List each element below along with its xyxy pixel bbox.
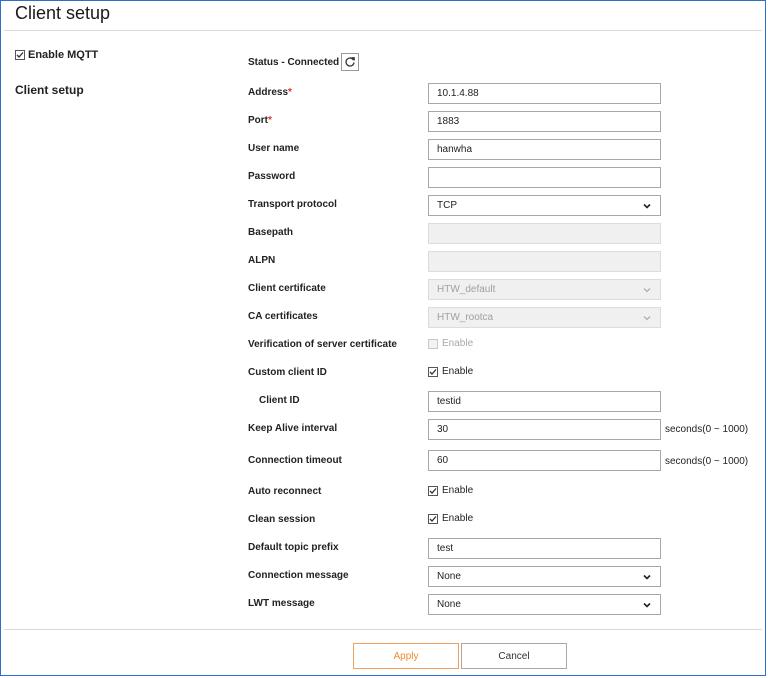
chevron-down-icon [643,203,651,209]
transport-protocol-label: Transport protocol [248,199,337,210]
auto-reconnect-checkbox-label: Enable [442,485,474,496]
clean-session-checkbox-label: Enable [442,513,474,524]
chevron-down-icon [643,287,651,292]
address-input[interactable]: 10.1.4.88 [428,83,661,104]
checkmark-icon [429,487,437,494]
port-input[interactable]: 1883 [428,111,661,132]
password-input[interactable] [428,167,661,188]
verification-label: Verification of server certificate [248,339,397,350]
transport-protocol-value: TCP [437,200,457,211]
user-name-input[interactable]: hanwha [428,139,661,160]
keep-alive-label: Keep Alive interval [248,423,338,434]
client-id-label: Client ID [259,395,300,406]
keep-alive-unit: seconds(0 ~ 1000) [665,424,749,435]
basepath-input [428,223,661,244]
auto-reconnect-label: Auto reconnect [248,486,322,497]
lwt-message-select[interactable]: None [428,594,661,615]
section-label: Client setup [15,83,84,97]
enable-mqtt-label: Enable MQTT [28,49,99,61]
chevron-down-icon [643,315,651,320]
checkbox-box[interactable] [428,513,438,524]
port-label: Port* [248,115,272,126]
cancel-button[interactable]: Cancel [461,643,567,669]
password-label: Password [248,171,296,182]
verification-checkbox-label: Enable [442,338,474,349]
checkmark-icon [429,515,437,522]
clean-session-checkbox[interactable]: Enable [428,513,473,524]
custom-client-id-label: Custom client ID [248,367,327,378]
ca-certificates-label: CA certificates [248,311,318,322]
client-id-input[interactable]: testid [428,391,661,412]
refresh-button[interactable] [341,53,360,71]
chevron-down-icon [643,602,651,608]
user-name-label: User name [248,143,300,154]
connection-message-value: None [437,571,461,582]
connection-timeout-input[interactable]: 60 [428,450,661,471]
enable-mqtt-checkbox[interactable]: Enable MQTT [15,49,98,61]
transport-protocol-select[interactable]: TCP [428,195,661,216]
checkbox-box[interactable] [428,485,438,496]
basepath-label: Basepath [248,227,294,238]
checkbox-box[interactable] [15,50,25,60]
keep-alive-input[interactable]: 30 [428,419,661,440]
client-certificate-value: HTW_default [437,284,496,295]
connection-timeout-label: Connection timeout [248,455,342,466]
page-title: Client setup [15,3,111,23]
custom-client-id-checkbox-label: Enable [442,366,474,377]
status-text: Status - Connected [248,56,340,68]
checkbox-box [428,338,438,349]
alpn-label: ALPN [248,255,276,266]
checkbox-box[interactable] [428,366,438,377]
title-divider [4,30,762,31]
ca-certificates-select: HTW_rootca [428,307,661,328]
footer-divider [4,629,762,630]
auto-reconnect-checkbox[interactable]: Enable [428,485,473,496]
default-topic-prefix-input[interactable]: test [428,538,661,559]
client-setup-panel: Client setup Enable MQTT Client setup St… [0,0,766,676]
refresh-icon [345,57,355,67]
required-marker: * [268,115,272,126]
lwt-message-value: None [437,599,461,610]
client-certificate-label: Client certificate [248,283,326,294]
address-label: Address* [248,87,292,98]
connection-timeout-unit: seconds(0 ~ 1000) [665,456,749,467]
alpn-input [428,251,661,272]
default-topic-prefix-label: Default topic prefix [248,542,339,553]
connection-message-label: Connection message [248,570,349,581]
custom-client-id-checkbox[interactable]: Enable [428,366,473,377]
checkmark-icon [429,368,437,375]
apply-button[interactable]: Apply [353,643,459,669]
verification-checkbox: Enable [428,338,473,349]
required-marker: * [288,87,292,98]
connection-status: Status - Connected [248,53,360,71]
checkmark-icon [16,52,24,58]
lwt-message-label: LWT message [248,598,315,609]
ca-certificates-value: HTW_rootca [437,312,494,323]
clean-session-label: Clean session [248,514,316,525]
client-certificate-select: HTW_default [428,279,661,300]
chevron-down-icon [643,574,651,580]
connection-message-select[interactable]: None [428,566,661,587]
